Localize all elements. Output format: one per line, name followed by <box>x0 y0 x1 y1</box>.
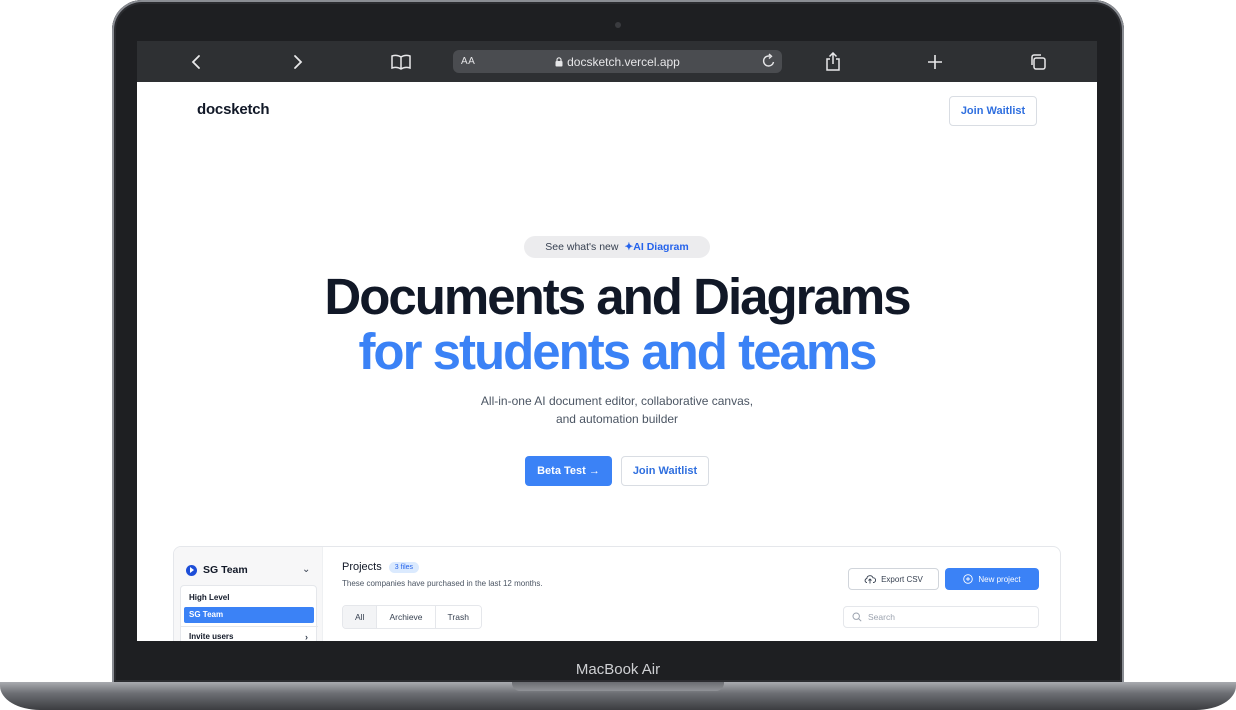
files-count-badge: 3 files <box>388 561 420 573</box>
hero-headline-line1: Documents and Diagrams <box>324 268 911 325</box>
tab-all[interactable]: All <box>343 606 378 628</box>
preview-sidebar: SG Team ⌄ High Level SG Team Invite user… <box>174 547 323 641</box>
team-name: SG Team <box>203 564 248 576</box>
projects-description: These companies have purchased in the la… <box>342 579 543 588</box>
camera <box>615 22 621 28</box>
team-avatar-icon <box>186 564 197 576</box>
app-preview: SG Team ⌄ High Level SG Team Invite user… <box>173 546 1061 641</box>
hero-subtitle-line1: All-in-one AI document editor, collabora… <box>480 394 754 408</box>
dropdown-divider <box>181 626 318 627</box>
screen: AA docsketch.vercel.app docsketch Join W… <box>137 41 1097 641</box>
dropdown-item-sg-team[interactable]: SG Team <box>184 607 314 623</box>
share-icon[interactable] <box>822 51 844 73</box>
beta-test-button[interactable]: Beta Test → <box>525 456 612 486</box>
tab-trash[interactable]: Trash <box>435 606 481 628</box>
search-input[interactable]: Search <box>843 606 1039 628</box>
url-text: docsketch.vercel.app <box>567 54 680 69</box>
site-logo[interactable]: docsketch <box>197 101 270 118</box>
pill-highlight: AI Diagram <box>633 241 689 253</box>
hero-subtitle-line2: and automation builder <box>555 412 679 426</box>
export-csv-button[interactable]: Export CSV <box>848 568 939 590</box>
new-project-button[interactable]: New project <box>945 568 1039 590</box>
plus-circle-icon <box>963 574 974 584</box>
browser-toolbar: AA docsketch.vercel.app <box>137 41 1097 82</box>
chevron-down-icon[interactable]: ⌄ <box>302 564 310 575</box>
hero-headline-line2: for students and teams <box>358 323 877 380</box>
laptop-hinge-notch <box>512 682 724 691</box>
team-dropdown: High Level SG Team Invite users › <box>180 585 318 641</box>
invite-users-item[interactable]: Invite users › <box>184 629 314 641</box>
tabs-overview-icon[interactable] <box>1027 51 1049 73</box>
invite-users-label: Invite users <box>189 632 234 641</box>
forward-icon[interactable] <box>287 51 309 73</box>
dropdown-item-high-level[interactable]: High Level <box>184 590 314 606</box>
projects-title: Projects <box>342 561 382 573</box>
header-join-waitlist-button[interactable]: Join Waitlist <box>949 96 1037 126</box>
project-tabs: All Archieve Trash <box>342 605 482 629</box>
tab-archieve[interactable]: Archieve <box>377 606 436 628</box>
sparkle-icon: ✦ <box>624 241 634 253</box>
device-label: MacBook Air <box>575 661 661 678</box>
search-placeholder: Search <box>868 612 895 622</box>
export-csv-label: Export CSV <box>881 574 923 584</box>
hero-subtitle: All-in-one AI document editor, collabora… <box>137 392 1097 428</box>
lock-icon <box>555 56 563 66</box>
search-icon <box>852 612 862 622</box>
chevron-right-icon: › <box>305 632 308 641</box>
hero-join-waitlist-button[interactable]: Join Waitlist <box>621 456 709 486</box>
back-icon[interactable] <box>185 51 207 73</box>
team-switcher[interactable]: SG Team <box>186 564 248 576</box>
whats-new-pill[interactable]: See what's new ✦AI Diagram <box>524 236 710 258</box>
pill-prefix: See what's new <box>545 241 619 253</box>
address-bar[interactable]: AA docsketch.vercel.app <box>453 50 782 73</box>
cloud-upload-icon <box>864 575 877 584</box>
bookmarks-icon[interactable] <box>390 51 412 73</box>
new-tab-icon[interactable] <box>924 51 946 73</box>
projects-heading: Projects 3 files <box>342 561 420 573</box>
new-project-label: New project <box>978 574 1021 584</box>
reload-icon[interactable] <box>762 53 776 72</box>
